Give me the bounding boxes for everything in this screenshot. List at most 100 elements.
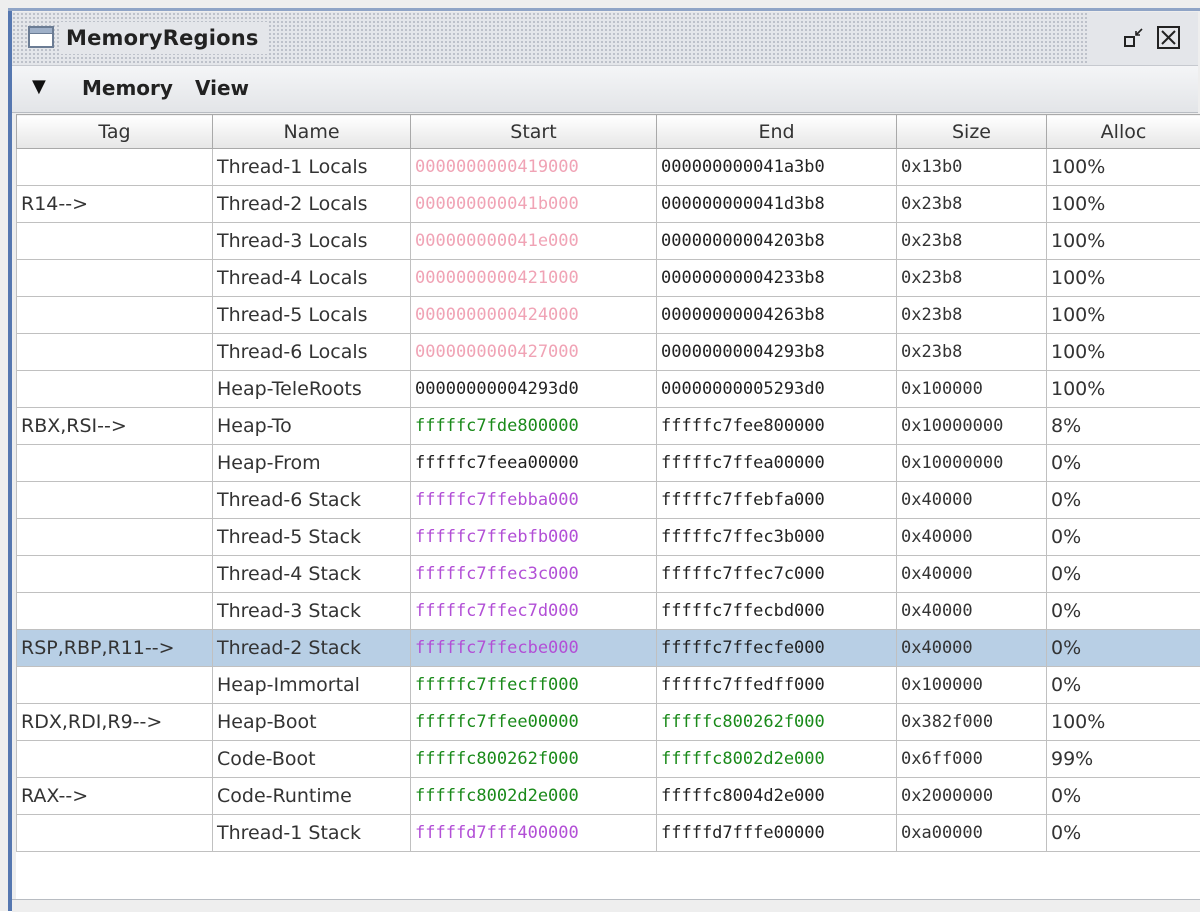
- cell-alloc: 99%: [1047, 741, 1200, 778]
- table-body: Thread-1 Locals0000000000419000000000000…: [17, 149, 1200, 852]
- cell-name: Thread-6 Stack: [213, 482, 411, 519]
- table-row[interactable]: RDX,RDI,R9-->Heap-Bootfffffc7ffee00000ff…: [17, 704, 1200, 741]
- cell-end: 00000000004203b8: [657, 223, 897, 260]
- menu-bar: ▼ Memory View: [12, 66, 1198, 113]
- cell-tag: [17, 334, 213, 371]
- cell-name: Heap-Immortal: [213, 667, 411, 704]
- cell-name: Thread-2 Locals: [213, 186, 411, 223]
- cell-tag: [17, 482, 213, 519]
- cell-size: 0x382f000: [897, 704, 1047, 741]
- menu-view[interactable]: View: [195, 76, 249, 100]
- window-top-border: [8, 8, 1200, 11]
- table-row[interactable]: Heap-Fromfffffc7feea00000fffffc7ffea0000…: [17, 445, 1200, 482]
- table-row[interactable]: Code-Bootfffffc800262f000fffffc8002d2e00…: [17, 741, 1200, 778]
- cell-start: fffffc7ffec7d000: [411, 593, 657, 630]
- cell-size: 0x13b0: [897, 149, 1047, 186]
- table-row[interactable]: Heap-Immortalfffffc7ffecff000fffffc7ffed…: [17, 667, 1200, 704]
- cell-tag: [17, 149, 213, 186]
- cell-name: Thread-3 Locals: [213, 223, 411, 260]
- cell-name: Thread-2 Stack: [213, 630, 411, 667]
- cell-end: fffffc7ffedff000: [657, 667, 897, 704]
- cell-start: 0000000000427000: [411, 334, 657, 371]
- cell-end: fffffc7ffec3b000: [657, 519, 897, 556]
- cell-tag: [17, 519, 213, 556]
- table-row[interactable]: Thread-1 Stackfffffd7fff400000fffffd7fff…: [17, 815, 1200, 852]
- column-header-end[interactable]: End: [657, 115, 897, 149]
- cell-end: fffffc7ffea00000: [657, 445, 897, 482]
- cell-end: fffffd7fffe00000: [657, 815, 897, 852]
- cell-alloc: 100%: [1047, 260, 1200, 297]
- table-row[interactable]: Thread-6 Stackfffffc7ffebba000fffffc7ffe…: [17, 482, 1200, 519]
- cell-size: 0x23b8: [897, 297, 1047, 334]
- close-button[interactable]: [1154, 24, 1184, 52]
- column-header-size[interactable]: Size: [897, 115, 1047, 149]
- cell-name: Thread-6 Locals: [213, 334, 411, 371]
- cell-end: 00000000004293b8: [657, 334, 897, 371]
- table-row[interactable]: RBX,RSI-->Heap-Tofffffc7fde800000fffffc7…: [17, 408, 1200, 445]
- column-header-name[interactable]: Name: [213, 115, 411, 149]
- cell-tag: R14-->: [17, 186, 213, 223]
- cell-tag: [17, 815, 213, 852]
- cell-name: Heap-TeleRoots: [213, 371, 411, 408]
- table-row[interactable]: Thread-3 Stackfffffc7ffec7d000fffffc7ffe…: [17, 593, 1200, 630]
- menu-dropdown-icon[interactable]: ▼: [32, 76, 46, 97]
- cell-start: fffffc7feea00000: [411, 445, 657, 482]
- cell-name: Heap-From: [213, 445, 411, 482]
- table-row[interactable]: Thread-4 Stackfffffc7ffec3c000fffffc7ffe…: [17, 556, 1200, 593]
- cell-end: fffffc7fee800000: [657, 408, 897, 445]
- table-row[interactable]: Thread-4 Locals0000000000421000000000000…: [17, 260, 1200, 297]
- window-bottom-edge: [12, 899, 1200, 912]
- table-row-selected[interactable]: RSP,RBP,R11-->Thread-2 Stackfffffc7ffecb…: [17, 630, 1200, 667]
- cell-end: fffffc7ffecbd000: [657, 593, 897, 630]
- column-header-tag[interactable]: Tag: [17, 115, 213, 149]
- table-row[interactable]: RAX-->Code-Runtimefffffc8002d2e000fffffc…: [17, 778, 1200, 815]
- cell-start: fffffc7ffee00000: [411, 704, 657, 741]
- title-bar-controls: [1088, 12, 1198, 65]
- close-icon: [1154, 24, 1184, 52]
- cell-size: 0x6ff000: [897, 741, 1047, 778]
- restore-icon: [1118, 24, 1148, 52]
- window-icon: [28, 26, 54, 48]
- table-row[interactable]: Thread-5 Stackfffffc7ffebfb000fffffc7ffe…: [17, 519, 1200, 556]
- cell-alloc: 100%: [1047, 371, 1200, 408]
- cell-size: 0x100000: [897, 667, 1047, 704]
- cell-name: Thread-4 Stack: [213, 556, 411, 593]
- table-row[interactable]: Thread-6 Locals0000000000427000000000000…: [17, 334, 1200, 371]
- cell-alloc: 0%: [1047, 667, 1200, 704]
- cell-alloc: 100%: [1047, 223, 1200, 260]
- cell-alloc: 0%: [1047, 556, 1200, 593]
- cell-end: 00000000004233b8: [657, 260, 897, 297]
- cell-size: 0x23b8: [897, 186, 1047, 223]
- restore-button[interactable]: [1118, 24, 1148, 52]
- cell-name: Thread-5 Stack: [213, 519, 411, 556]
- table-header-row: Tag Name Start End Size Alloc: [17, 115, 1200, 149]
- column-header-alloc[interactable]: Alloc: [1047, 115, 1200, 149]
- cell-tag: [17, 297, 213, 334]
- cell-name: Code-Boot: [213, 741, 411, 778]
- cell-alloc: 100%: [1047, 149, 1200, 186]
- cell-end: 00000000005293d0: [657, 371, 897, 408]
- memory-regions-window: MemoryRegions ▼ Memory View: [0, 0, 1200, 911]
- cell-start: fffffc7fde800000: [411, 408, 657, 445]
- cell-start: fffffc7ffecbe000: [411, 630, 657, 667]
- table-row[interactable]: Thread-3 Locals000000000041e000000000000…: [17, 223, 1200, 260]
- title-bar[interactable]: MemoryRegions: [12, 12, 1198, 66]
- cell-end: fffffc800262f000: [657, 704, 897, 741]
- cell-end: fffffc7ffecfe000: [657, 630, 897, 667]
- cell-end: 00000000004263b8: [657, 297, 897, 334]
- table-row[interactable]: Heap-TeleRoots00000000004293d00000000000…: [17, 371, 1200, 408]
- cell-start: 00000000004293d0: [411, 371, 657, 408]
- table-row[interactable]: Thread-1 Locals0000000000419000000000000…: [17, 149, 1200, 186]
- cell-alloc: 0%: [1047, 593, 1200, 630]
- cell-tag: [17, 371, 213, 408]
- cell-start: fffffc800262f000: [411, 741, 657, 778]
- cell-alloc: 0%: [1047, 815, 1200, 852]
- cell-end: fffffc7ffec7c000: [657, 556, 897, 593]
- table-row[interactable]: Thread-5 Locals0000000000424000000000000…: [17, 297, 1200, 334]
- cell-alloc: 100%: [1047, 297, 1200, 334]
- column-header-start[interactable]: Start: [411, 115, 657, 149]
- cell-tag: [17, 260, 213, 297]
- table-row[interactable]: R14-->Thread-2 Locals000000000041b000000…: [17, 186, 1200, 223]
- cell-tag: [17, 223, 213, 260]
- menu-memory[interactable]: Memory: [82, 76, 173, 100]
